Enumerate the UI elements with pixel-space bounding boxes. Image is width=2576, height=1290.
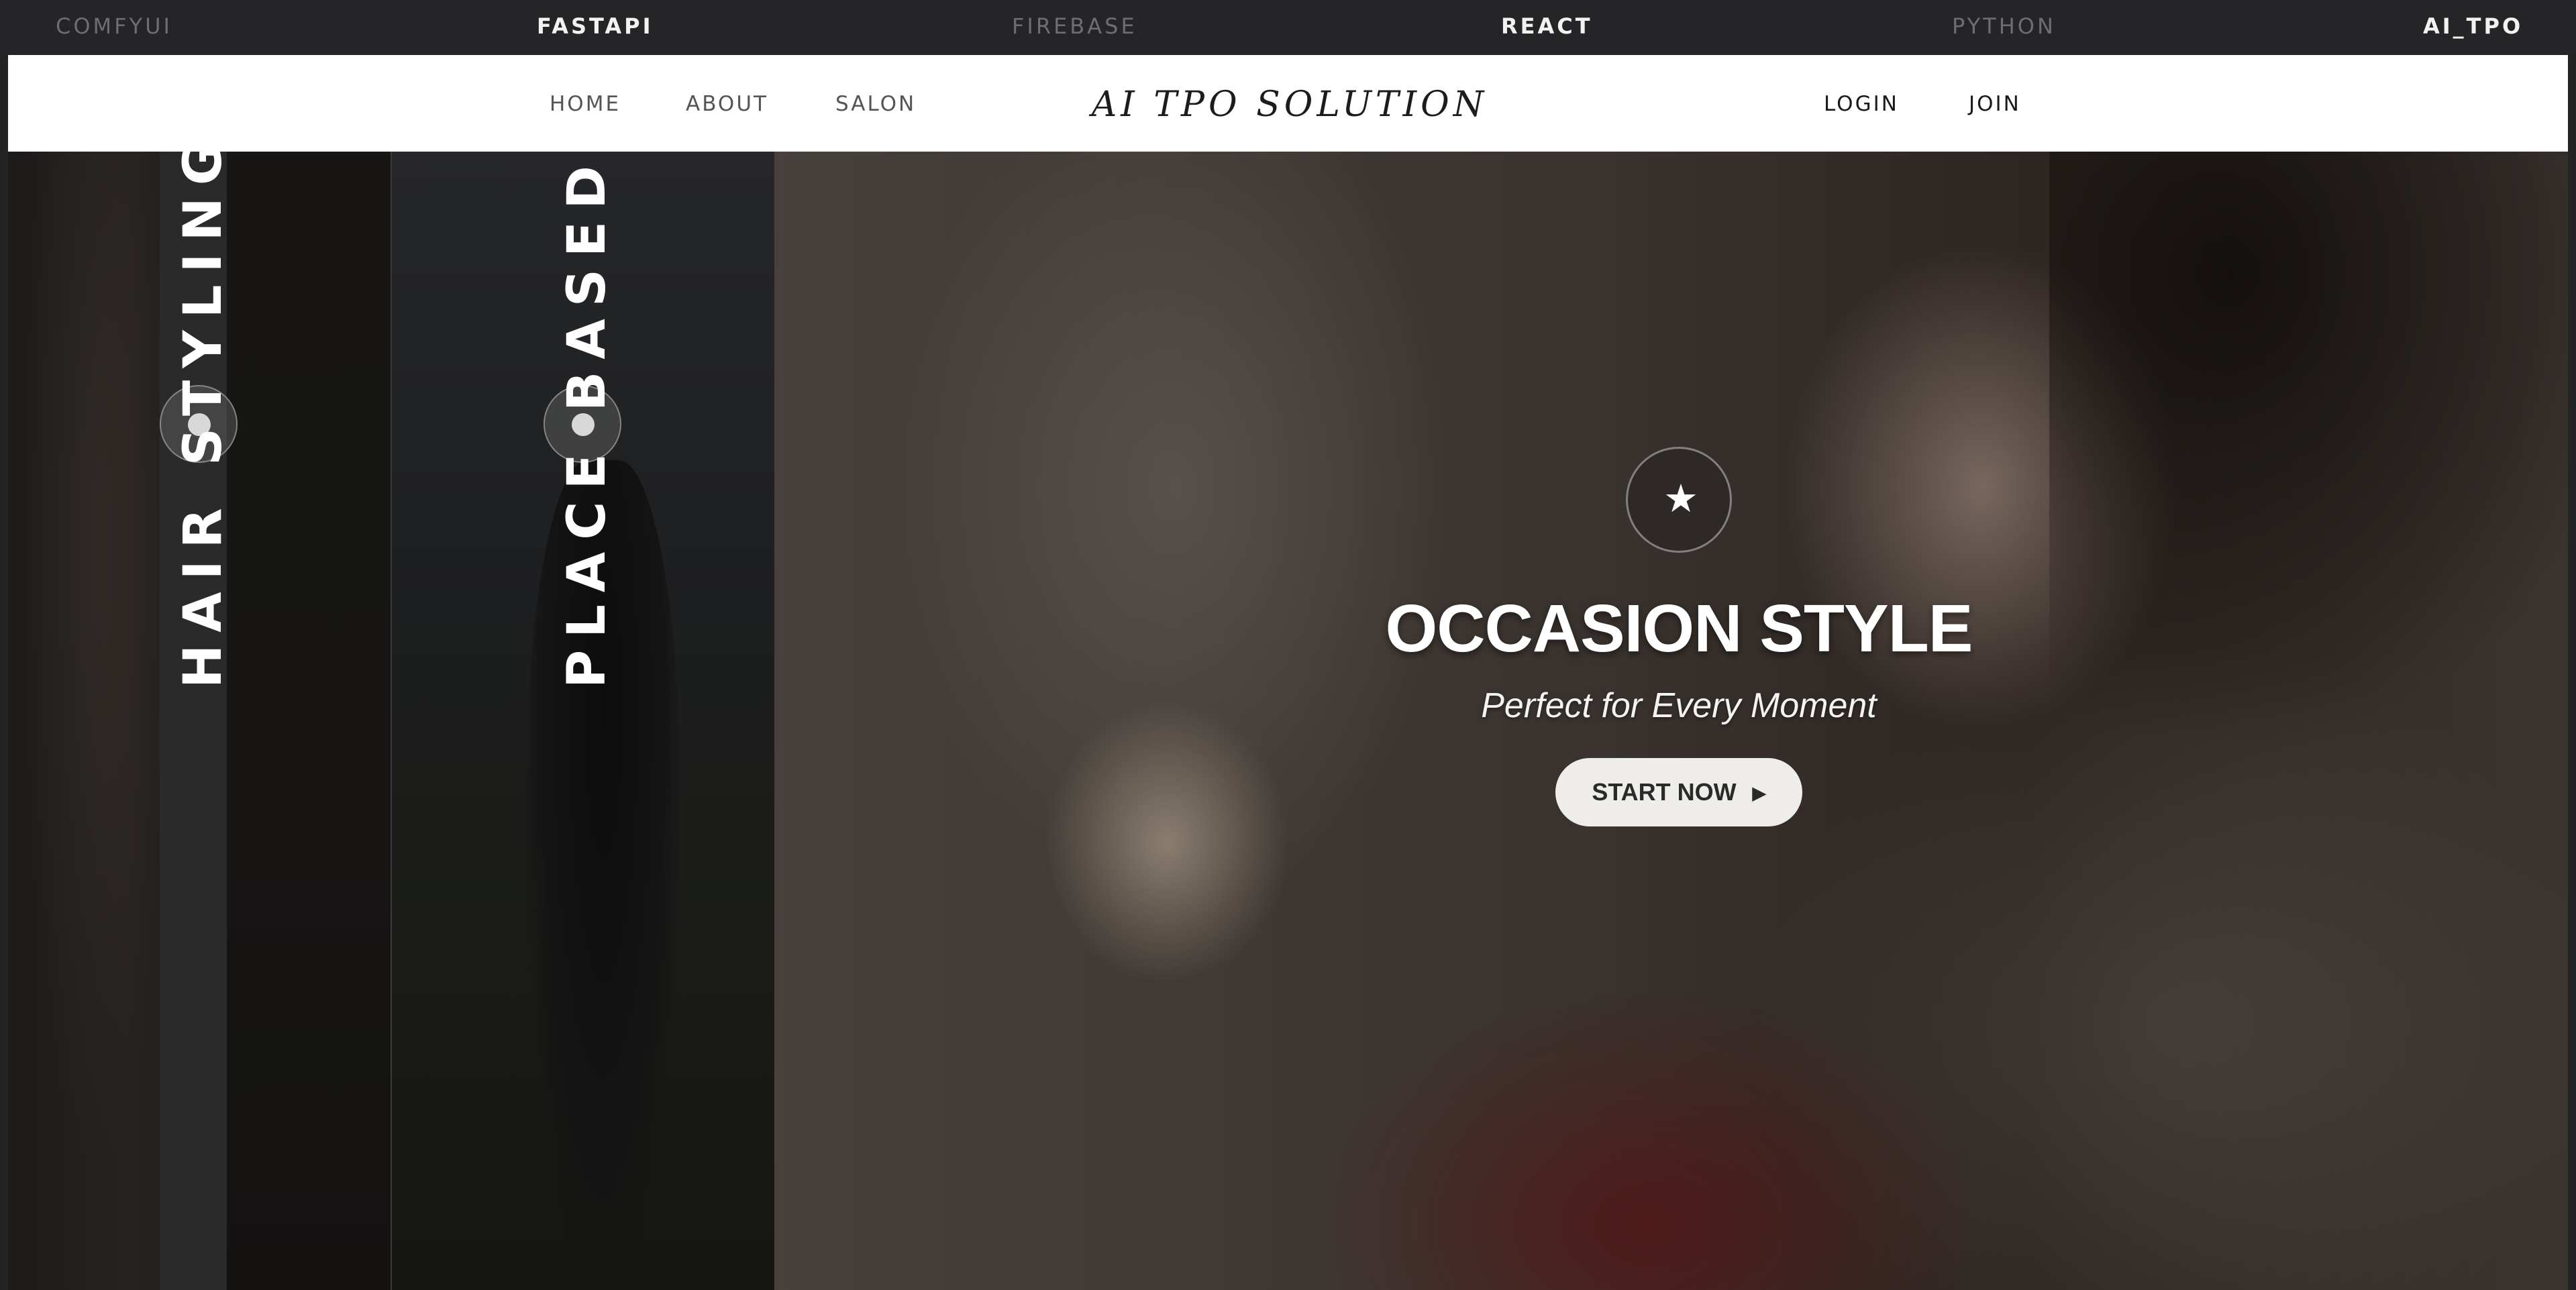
tech-stack-strip: COMFYUI FASTAPI FIREBASE REACT PYTHON AI… <box>0 0 2576 55</box>
nav-login-link[interactable]: LOGIN <box>1824 55 1899 152</box>
star-badge: ★ <box>1626 447 1732 553</box>
main-navbar: HOME ABOUT SALON AI TPO SOLUTION LOGIN J… <box>8 55 2568 152</box>
tech-item-react: REACT <box>1501 13 1593 39</box>
nav-home-link[interactable]: HOME <box>550 55 621 152</box>
nav-about-link[interactable]: ABOUT <box>686 55 768 152</box>
hair-styling-label: HAIR STYLING <box>173 152 234 688</box>
tech-item-fastapi: FASTAPI <box>537 13 654 39</box>
start-now-button[interactable]: START NOW ▶ <box>1555 758 1802 826</box>
nav-salon-link[interactable]: SALON <box>835 55 916 152</box>
panel-gap <box>227 152 391 1290</box>
hero-content: ★ OCCASION STYLE Perfect for Every Momen… <box>1317 447 2041 826</box>
tech-item-comfyui: COMFYUI <box>56 13 172 39</box>
play-arrow-icon: ▶ <box>1752 783 1766 803</box>
star-icon: ★ <box>1663 477 1698 521</box>
hero-title: OCCASION STYLE <box>1385 591 1973 666</box>
tech-item-ai-tpo: AI_TPO <box>2423 13 2524 39</box>
brand-logo-text[interactable]: AI TPO SOLUTION <box>1055 55 1525 152</box>
tech-item-firebase: FIREBASE <box>1012 13 1137 39</box>
tech-item-python: PYTHON <box>1952 13 2056 39</box>
place-based-label: PLACE BASED <box>557 154 617 688</box>
hero-subtitle: Perfect for Every Moment <box>1481 686 1877 725</box>
nav-join-link[interactable]: JOIN <box>1969 55 2021 152</box>
hero-section: HAIR STYLING PLACE BASED ★ OCCASION STYL… <box>8 152 2568 1290</box>
panel-background-image <box>8 152 160 1290</box>
start-now-label: START NOW <box>1592 778 1737 806</box>
